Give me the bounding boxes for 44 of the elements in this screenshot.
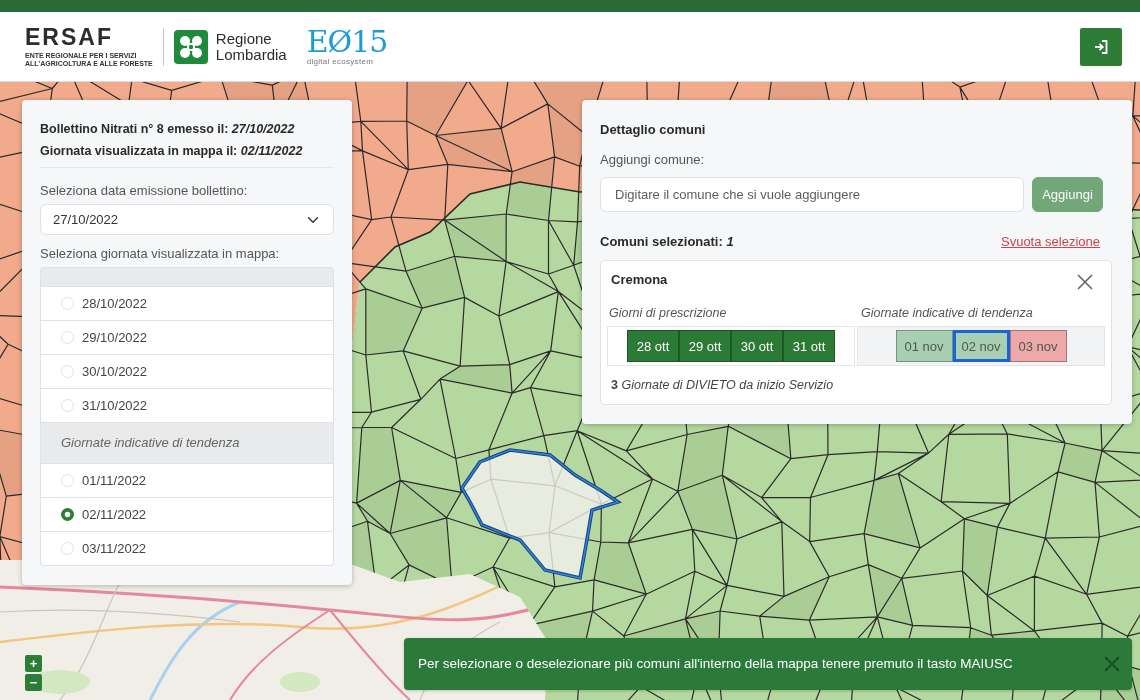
login-button[interactable] bbox=[1080, 27, 1122, 66]
logo-wordmark: EØ15 bbox=[306, 27, 388, 57]
date-option[interactable]: 29/10/2022 bbox=[40, 321, 334, 355]
field-label: Seleziona giornata visualizzata in mappa: bbox=[40, 245, 281, 263]
date-option[interactable]: 02/11/2022 bbox=[40, 498, 334, 532]
zoom-in-button[interactable]: + bbox=[25, 655, 42, 672]
clear-selection-link[interactable]: Svuota selezione bbox=[1001, 232, 1100, 252]
zoom-out-button[interactable]: − bbox=[25, 674, 42, 691]
notification-text: Per selezionare o deselezionare più comuni all'interno della mappa tenere premuto il tasto MAIUSC bbox=[418, 654, 1013, 673]
ban-summary-text: 3 Giornate di DIVIETO da inizio Servizio bbox=[610, 377, 835, 395]
day-chip[interactable]: 30 ott bbox=[731, 330, 783, 363]
date-select[interactable]: 27/10/2022 bbox=[40, 204, 334, 235]
column-label: Giornate indicative di tendenza bbox=[860, 304, 1033, 322]
info-text: Bollettino Nitrati n° 8 emesso il: 27/10/2022 bbox=[40, 121, 296, 138]
day-chip[interactable]: 28 ott bbox=[627, 330, 679, 363]
date-option[interactable]: 01/11/2022 bbox=[40, 464, 334, 498]
day-chip[interactable]: 03 nov bbox=[1009, 330, 1067, 363]
info-text: Giornata visualizzata in mappa il: 02/11/2022 bbox=[40, 143, 304, 160]
logo-wordmark: Regione Lombardia bbox=[215, 30, 287, 63]
selected-count-text: Comuni selezionati: 1 bbox=[600, 233, 734, 251]
group-header: Giornate indicative di tendenza bbox=[40, 423, 334, 464]
dismiss-button[interactable] bbox=[1104, 656, 1120, 672]
sign-in-icon bbox=[1093, 38, 1109, 55]
date-option[interactable]: 03/11/2022 bbox=[40, 532, 334, 566]
date-option[interactable]: 31/10/2022 bbox=[40, 389, 334, 423]
day-chip[interactable]: 02 nov bbox=[952, 330, 1010, 363]
logo-wordmark: ERSAF bbox=[25, 25, 113, 49]
day-chip[interactable]: 31 ott bbox=[783, 330, 835, 363]
day-chip[interactable]: 29 ott bbox=[679, 330, 731, 363]
day-chip[interactable]: 01 nov bbox=[895, 330, 953, 363]
date-option[interactable]: 30/10/2022 bbox=[40, 355, 334, 389]
field-label: Seleziona data emissione bollettino: bbox=[40, 182, 249, 200]
close-icon bbox=[1077, 273, 1093, 290]
date-option[interactable]: 28/10/2022 bbox=[40, 287, 334, 321]
panel-title: Dettaglio comuni bbox=[600, 121, 707, 139]
emblem-icon bbox=[173, 29, 208, 64]
close-icon bbox=[1104, 656, 1120, 672]
municipality-search-field[interactable]: Digitare il comune che si vuole aggiungere bbox=[600, 177, 1024, 212]
remove-button[interactable] bbox=[1077, 273, 1093, 290]
logo-tagline: digital ecosystem bbox=[306, 57, 374, 66]
column-label: Giorni di prescrizione bbox=[608, 304, 728, 322]
radio-button[interactable] bbox=[61, 508, 74, 521]
field-label: Aggiungi comune: bbox=[600, 151, 706, 169]
municipality-name: Cremona bbox=[610, 270, 668, 289]
